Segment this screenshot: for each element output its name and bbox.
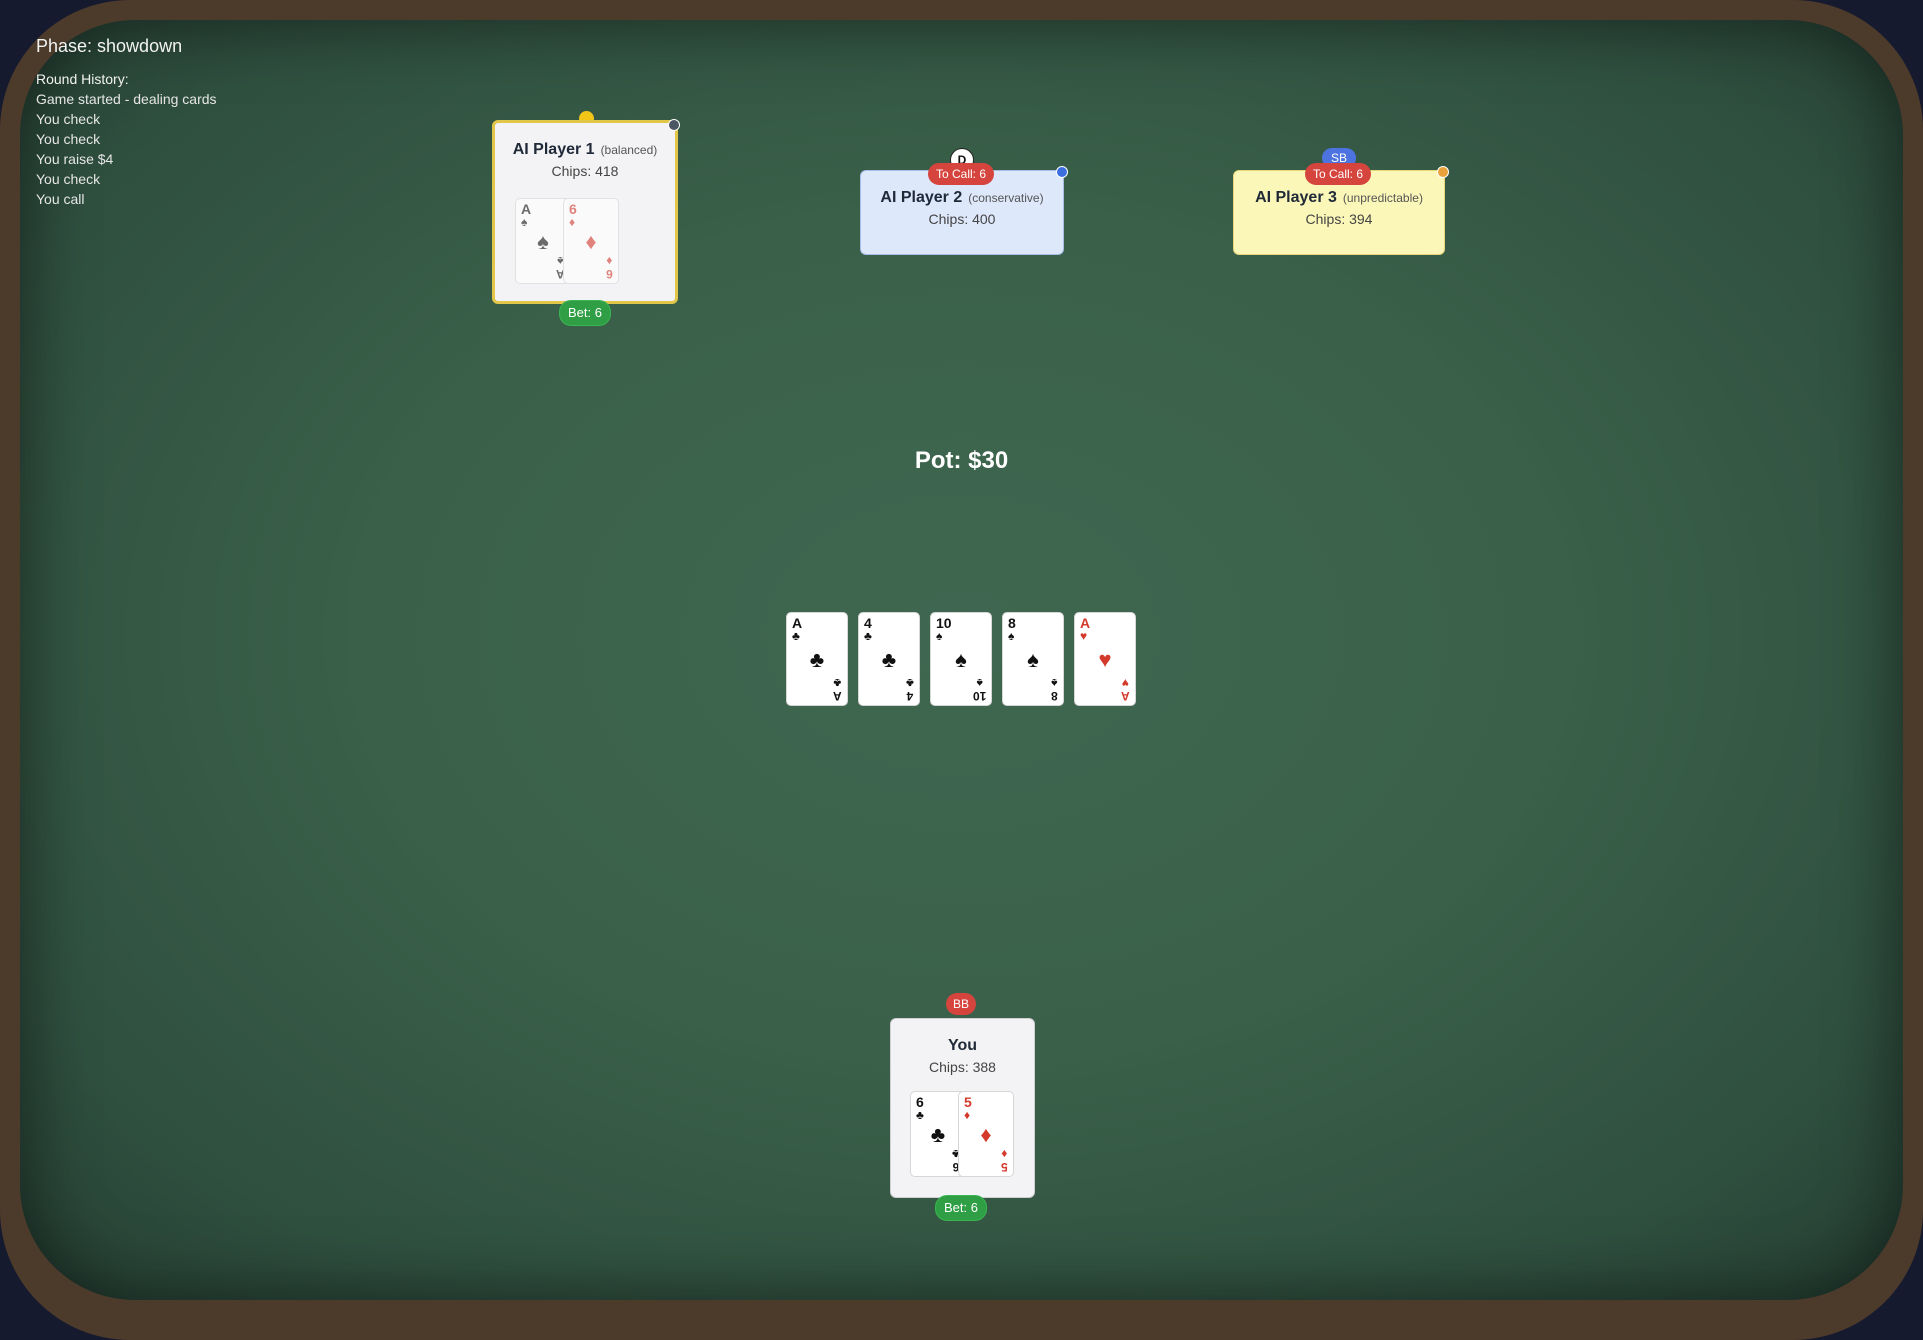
card-suit: ♣ xyxy=(792,629,800,643)
status-dot xyxy=(668,119,680,131)
player-chips: Chips: 400 xyxy=(928,211,996,227)
bet-badge: Bet: 6 xyxy=(559,300,611,326)
card-rank: 10 xyxy=(936,615,952,631)
card-rank: 4 xyxy=(906,689,914,703)
player-name: You xyxy=(947,1037,978,1054)
history-item: You check xyxy=(36,171,101,187)
card-corner: 5 ♦ xyxy=(1001,1147,1008,1174)
to-call-badge: To Call: 6 xyxy=(928,163,995,185)
history-item: You check xyxy=(36,111,101,127)
card-suit: ♦ xyxy=(964,1108,971,1122)
card-suit: ♣ xyxy=(864,629,872,643)
history-item: You check xyxy=(36,131,101,147)
card-rank: A xyxy=(521,201,532,217)
card-rank: 6 xyxy=(916,1094,924,1110)
card-suit: ♠ xyxy=(1051,676,1058,690)
history-item: You call xyxy=(36,191,85,207)
round-history-title: Round History: xyxy=(36,71,129,87)
card-corner: A ♥ xyxy=(1121,676,1130,703)
community-card: 8 ♠ ♠ 8 ♠ xyxy=(1002,612,1064,706)
card-suit-center: ♠ xyxy=(1027,647,1039,672)
card-suit: ♦ xyxy=(1001,1147,1008,1161)
status-dot xyxy=(1056,166,1068,178)
card-suit: ♠ xyxy=(1008,629,1015,643)
card-suit: ♥ xyxy=(1122,676,1130,690)
playing-card: 5 ♦ ♦ 5 ♦ xyxy=(958,1091,1014,1177)
community-card: A ♣ ♣ A ♣ xyxy=(786,612,848,706)
card-suit: ♣ xyxy=(916,1108,924,1122)
card-suit: ♦ xyxy=(569,215,576,229)
card-corner: 10 ♠ xyxy=(972,676,986,703)
card-suit-center: ♠ xyxy=(955,647,967,672)
card-suit: ♠ xyxy=(976,676,983,690)
player-chips: Chips: 418 xyxy=(551,163,619,179)
bet-badge: Bet: 6 xyxy=(935,1195,987,1221)
player-seat-ai-1: AI Player 1 (balanced) Chips: 418 A ♠ ♠ A… xyxy=(492,120,678,304)
history-item: You raise $4 xyxy=(36,151,114,167)
player-seat-you: You Chips: 388 6 ♣ ♣ 6 ♣ 5 ♦ ♦ 5 ♦ xyxy=(890,1018,1035,1198)
history-item: Game started - dealing cards xyxy=(36,91,217,107)
card-rank: 6 xyxy=(606,267,613,281)
card-suit: ♣ xyxy=(906,676,914,690)
card-corner: 6 ♦ xyxy=(606,254,613,281)
player-chips: Chips: 394 xyxy=(1305,211,1373,227)
community-card: 4 ♣ ♣ 4 ♣ xyxy=(858,612,920,706)
player-style: (unpredictable) xyxy=(1342,191,1423,205)
big-blind-badge: BB xyxy=(946,993,977,1015)
card-corner: 4 ♣ xyxy=(906,676,914,703)
round-history-list: Game started - dealing cards You check Y… xyxy=(36,89,217,209)
card-rank: 5 xyxy=(1001,1160,1008,1174)
game-info-panel: Phase: showdown Round History: Game star… xyxy=(36,36,217,209)
playing-card: 6 ♦ ♦ 6 ♦ xyxy=(563,198,619,284)
card-corner: 8 ♠ xyxy=(1051,676,1058,703)
player-name: AI Player 1 xyxy=(512,141,595,158)
player-name-row: AI Player 2 (conservative) xyxy=(861,189,1063,207)
card-rank: 5 xyxy=(964,1094,972,1110)
community-card: A ♥ ♥ A ♥ xyxy=(1074,612,1136,706)
status-dot xyxy=(1437,166,1449,178)
card-suit-center: ♣ xyxy=(930,1122,946,1147)
card-suit-center: ♥ xyxy=(1098,647,1112,672)
card-suit-center: ♣ xyxy=(881,647,897,672)
card-suit-center: ♦ xyxy=(980,1122,992,1147)
community-card: 10 ♠ ♠ 10 ♠ xyxy=(930,612,992,706)
player-style: (balanced) xyxy=(600,143,658,157)
player-name-row: AI Player 1 (balanced) xyxy=(495,141,675,159)
card-rank: A xyxy=(1080,615,1091,631)
card-rank: 4 xyxy=(864,615,872,631)
player-chips: Chips: 388 xyxy=(929,1059,996,1075)
player-style: (conservative) xyxy=(968,191,1044,205)
player-name-row: AI Player 3 (unpredictable) xyxy=(1234,189,1444,207)
card-suit: ♠ xyxy=(521,215,528,229)
card-suit-center: ♠ xyxy=(537,229,549,254)
card-suit: ♦ xyxy=(606,254,613,268)
card-rank: 6 xyxy=(569,201,577,217)
phase-label: Phase: showdown xyxy=(36,36,183,56)
card-rank: 10 xyxy=(972,689,986,703)
card-suit: ♣ xyxy=(833,676,842,690)
card-suit-center: ♦ xyxy=(585,229,597,254)
player-hand: A ♠ ♠ A ♠ 6 ♦ ♦ 6 ♦ xyxy=(515,198,625,288)
player-hand: 6 ♣ ♣ 6 ♣ 5 ♦ ♦ 5 ♦ xyxy=(910,1091,1020,1181)
card-rank: A xyxy=(833,689,842,703)
card-suit: ♠ xyxy=(936,629,943,643)
player-name: AI Player 3 xyxy=(1255,189,1337,206)
card-corner: A ♣ xyxy=(833,676,842,703)
card-rank: 8 xyxy=(1008,615,1016,631)
player-name: AI Player 2 xyxy=(880,189,963,206)
to-call-badge: To Call: 6 xyxy=(1305,163,1372,185)
card-rank: A xyxy=(792,615,803,631)
card-suit: ♥ xyxy=(1080,629,1088,643)
card-suit-center: ♣ xyxy=(809,647,825,672)
card-rank: 8 xyxy=(1051,689,1058,703)
card-rank: A xyxy=(1121,689,1130,703)
pot-label: Pot: $30 xyxy=(914,447,1009,474)
